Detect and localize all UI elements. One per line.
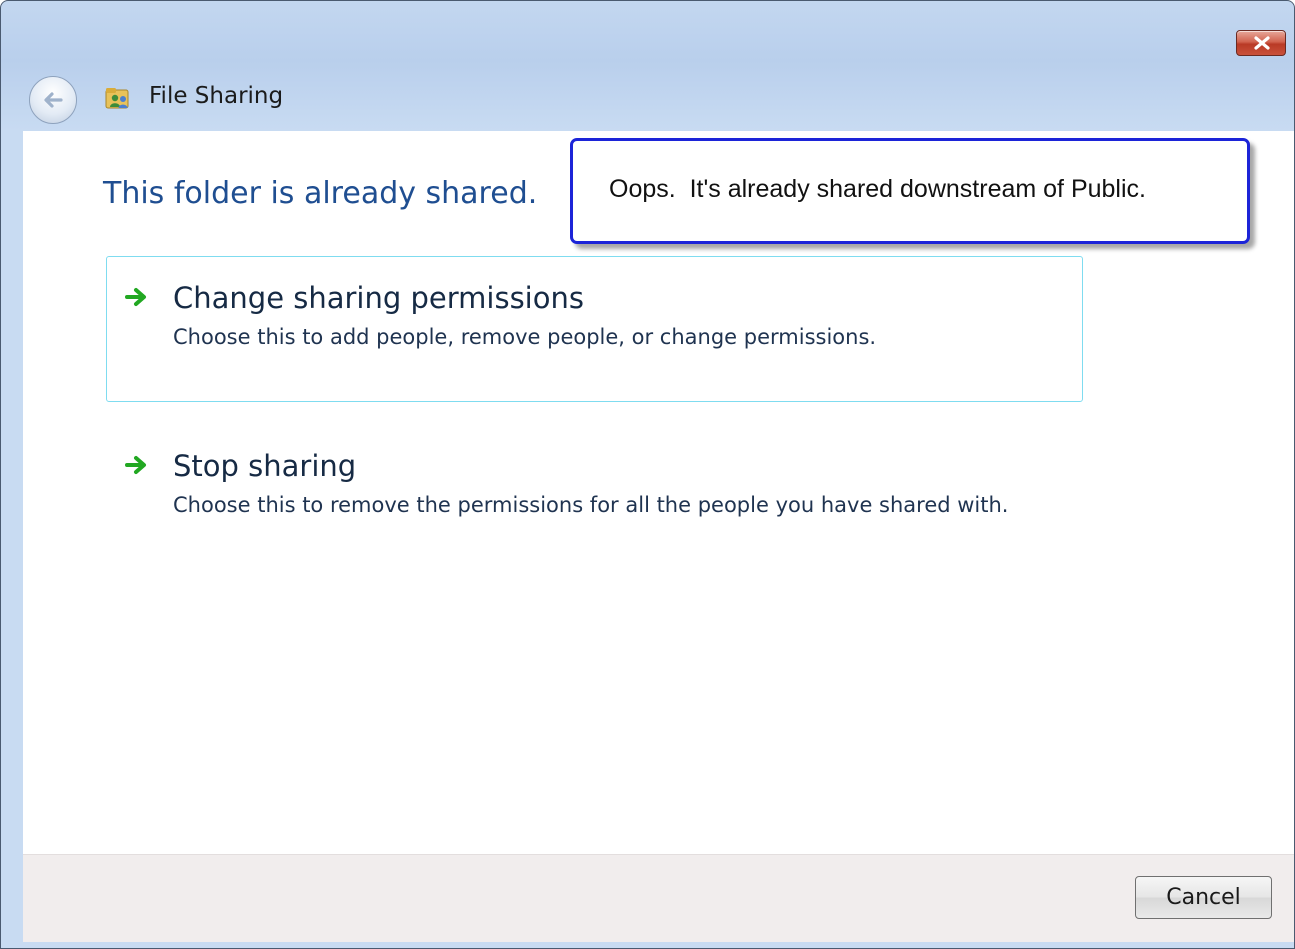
option-title: Stop sharing [173, 449, 357, 483]
green-arrow-icon [125, 288, 146, 306]
title-bar: File Sharing [1, 1, 1294, 131]
green-arrow-icon [125, 456, 146, 474]
file-sharing-icon [105, 88, 129, 109]
stop-sharing-option[interactable]: Stop sharing Choose this to remove the p… [106, 424, 1083, 570]
back-arrow-icon [44, 92, 63, 108]
file-sharing-window: File Sharing This folder is already shar… [0, 0, 1295, 949]
close-icon [1254, 36, 1270, 50]
annotation-callout: Oops. It's already shared downstream of … [570, 138, 1250, 244]
window-title: File Sharing [149, 83, 284, 109]
close-button[interactable] [1236, 30, 1286, 56]
annotation-text: Oops. It's already shared downstream of … [609, 175, 1146, 203]
option-description: Choose this to remove the permissions fo… [173, 493, 1009, 517]
page-heading: This folder is already shared. [103, 176, 538, 211]
cancel-button[interactable]: Cancel [1135, 876, 1272, 919]
change-sharing-permissions-option[interactable]: Change sharing permissions Choose this t… [106, 256, 1083, 402]
footer-bar: Cancel [23, 854, 1294, 942]
back-button[interactable] [29, 76, 77, 124]
option-title: Change sharing permissions [173, 281, 584, 315]
option-description: Choose this to add people, remove people… [173, 325, 877, 349]
